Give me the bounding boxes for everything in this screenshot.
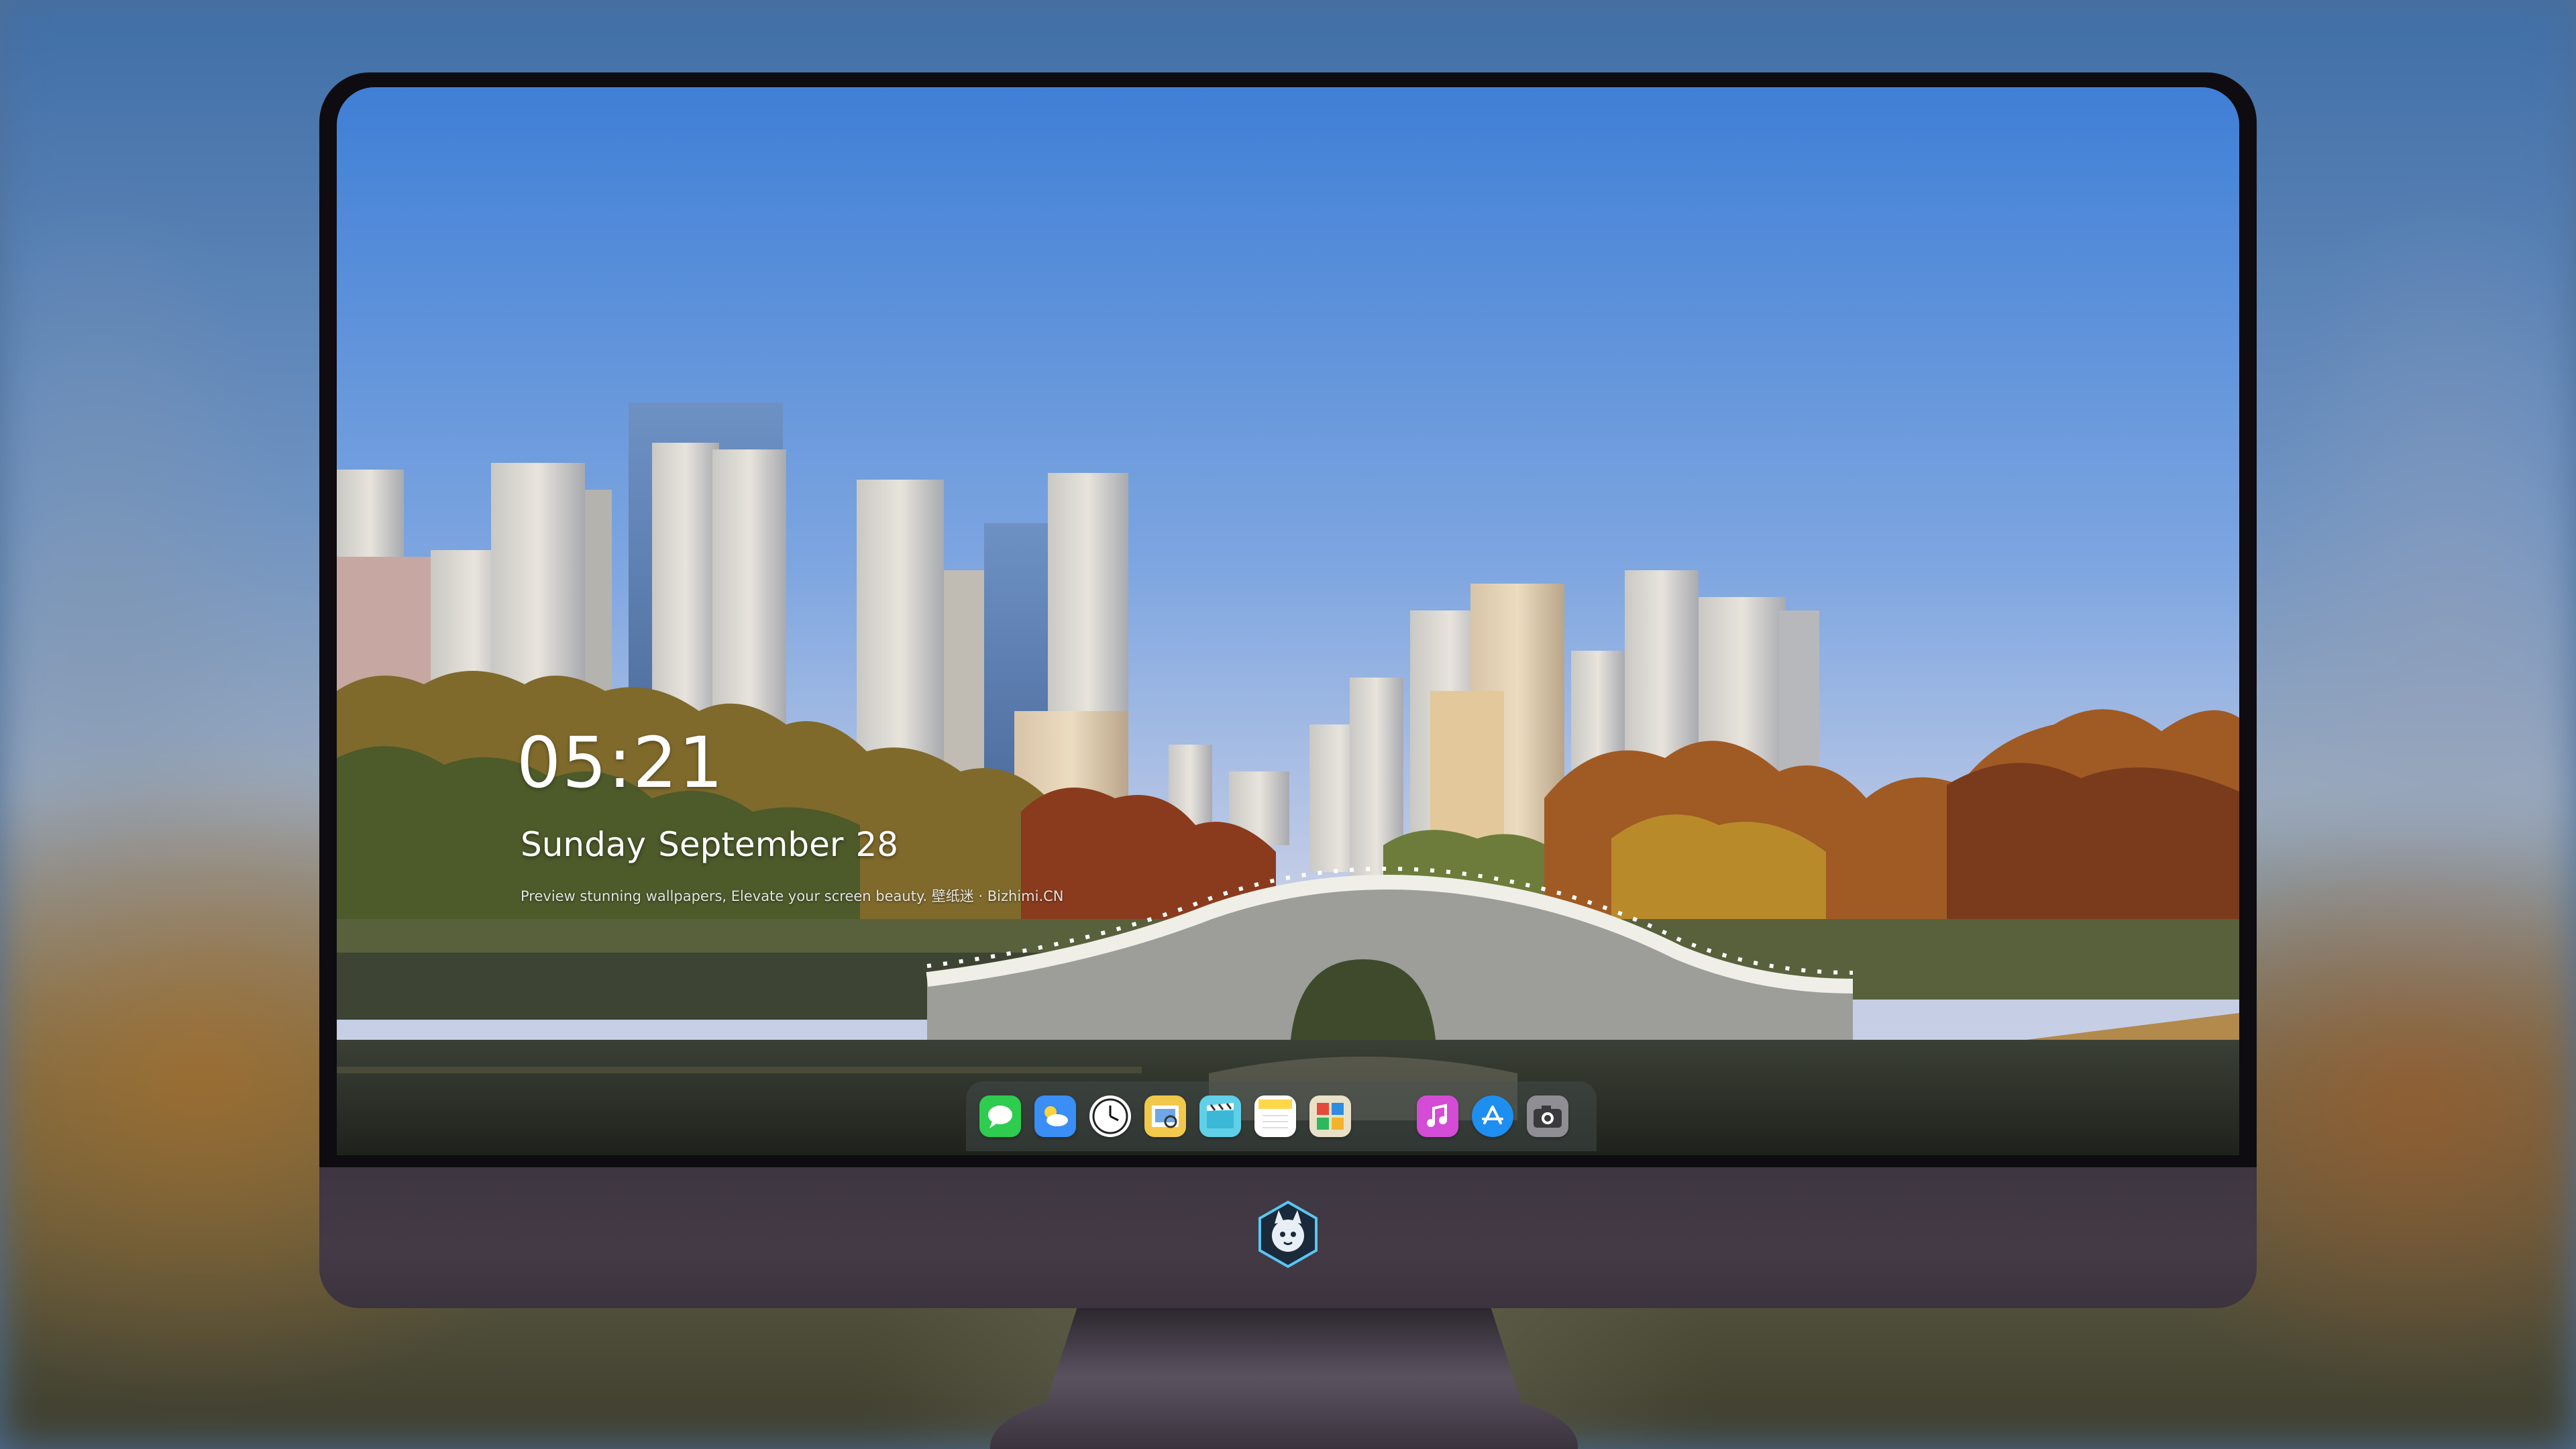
messages-icon[interactable] — [979, 1095, 1021, 1137]
wallpaper-city-bridge — [337, 87, 2239, 1155]
monitor-screen: 05:21 Sunday September 28 Preview stunning… — [337, 87, 2239, 1155]
weather-icon[interactable] — [1034, 1095, 1076, 1137]
notes-icon[interactable] — [1254, 1095, 1296, 1137]
clips-icon[interactable] — [1199, 1095, 1241, 1137]
clock-icon[interactable] — [1089, 1095, 1131, 1137]
date-day: 28 — [855, 825, 899, 864]
dock — [966, 1081, 1597, 1151]
preview-icon[interactable] — [1144, 1095, 1186, 1137]
lock-screen-clock: 05:21 — [517, 722, 724, 804]
app-store-icon[interactable] — [1472, 1095, 1513, 1137]
lock-screen-date: Sunday September 28 — [521, 825, 910, 864]
scene: 05:21 Sunday September 28 Preview stunning… — [0, 0, 2576, 1449]
photo-booth-icon[interactable] — [1309, 1095, 1351, 1137]
fox-mascot-logo — [1258, 1201, 1318, 1268]
wallpaper-tagline: Preview stunning wallpapers, Elevate you… — [521, 888, 1064, 904]
date-weekday: Sunday — [521, 825, 647, 864]
date-month: September — [658, 825, 844, 864]
itunes-icon[interactable] — [1417, 1095, 1458, 1137]
camera-icon[interactable] — [1527, 1095, 1568, 1137]
